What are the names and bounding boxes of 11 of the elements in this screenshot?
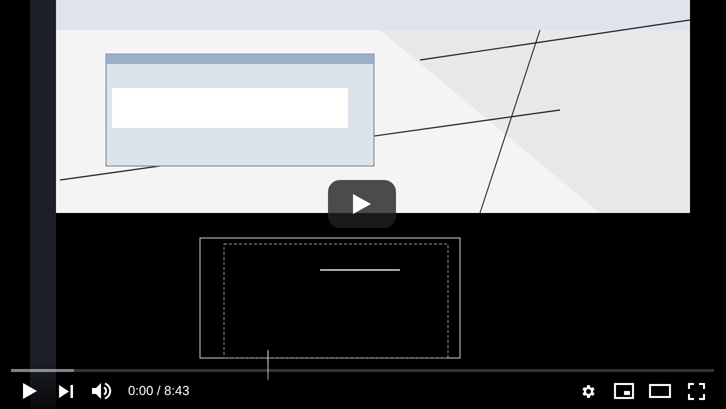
settings-icon [580, 382, 596, 400]
progress-bar[interactable] [11, 369, 714, 372]
play-icon [23, 383, 37, 399]
time-display: 0:00 / 8:43 [128, 382, 190, 400]
theater-icon [649, 384, 671, 398]
volume-icon [92, 382, 112, 400]
large-play-button[interactable] [328, 180, 396, 228]
play-icon [353, 194, 371, 214]
miniplayer-icon [614, 383, 634, 399]
next-icon [59, 384, 73, 398]
fullscreen-icon [688, 382, 704, 400]
